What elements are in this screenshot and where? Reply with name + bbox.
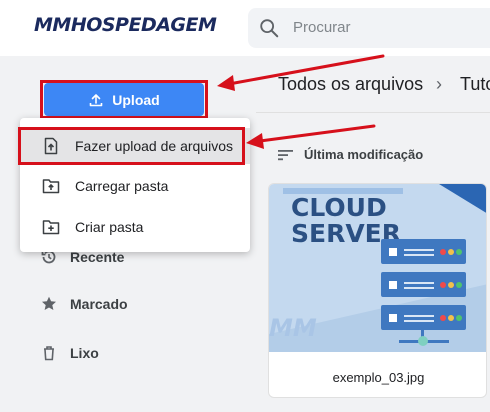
folder-add-icon bbox=[42, 220, 60, 235]
menu-item-label: Criar pasta bbox=[75, 219, 144, 235]
thumb-title-1: CLOUD bbox=[291, 193, 387, 222]
top-header: MMHOSPEDAGEM Procurar bbox=[0, 0, 490, 56]
highlight-box-upload-files bbox=[18, 127, 245, 165]
menu-item-create-folder[interactable]: Criar pasta bbox=[20, 209, 250, 245]
menu-item-label: Carregar pasta bbox=[75, 178, 169, 194]
sidebar-item-label: Marcado bbox=[70, 296, 128, 312]
file-card[interactable]: CLOUD SERVER MM exemplo_03.jpg bbox=[268, 183, 487, 398]
annotation-arrow-menu bbox=[246, 124, 376, 149]
highlight-box-upload bbox=[40, 80, 208, 119]
file-thumbnail: CLOUD SERVER MM bbox=[269, 184, 486, 352]
sidebar-item-lixo[interactable]: Lixo bbox=[40, 344, 99, 362]
server-rack-icon bbox=[381, 239, 466, 346]
thumb-watermark: MM bbox=[269, 314, 317, 342]
sidebar-item-marcado[interactable]: Marcado bbox=[40, 295, 128, 313]
chevron-right-icon: › bbox=[436, 74, 442, 94]
trash-icon bbox=[44, 346, 54, 361]
divider bbox=[256, 112, 490, 113]
file-name: exemplo_03.jpg bbox=[332, 370, 425, 385]
star-icon bbox=[42, 296, 56, 310]
brand-logo[interactable]: MMHOSPEDAGEM bbox=[34, 14, 217, 36]
menu-item-upload-folder[interactable]: Carregar pasta bbox=[20, 168, 250, 204]
annotation-arrow-upload bbox=[217, 54, 385, 91]
search-input[interactable]: Procurar bbox=[293, 19, 351, 36]
breadcrumb-item-current[interactable]: Tuto bbox=[460, 74, 490, 95]
search-icon bbox=[260, 19, 279, 38]
sidebar-item-label: Lixo bbox=[70, 345, 99, 361]
folder-upload-icon bbox=[42, 179, 60, 194]
search-bar[interactable]: Procurar bbox=[248, 8, 490, 48]
